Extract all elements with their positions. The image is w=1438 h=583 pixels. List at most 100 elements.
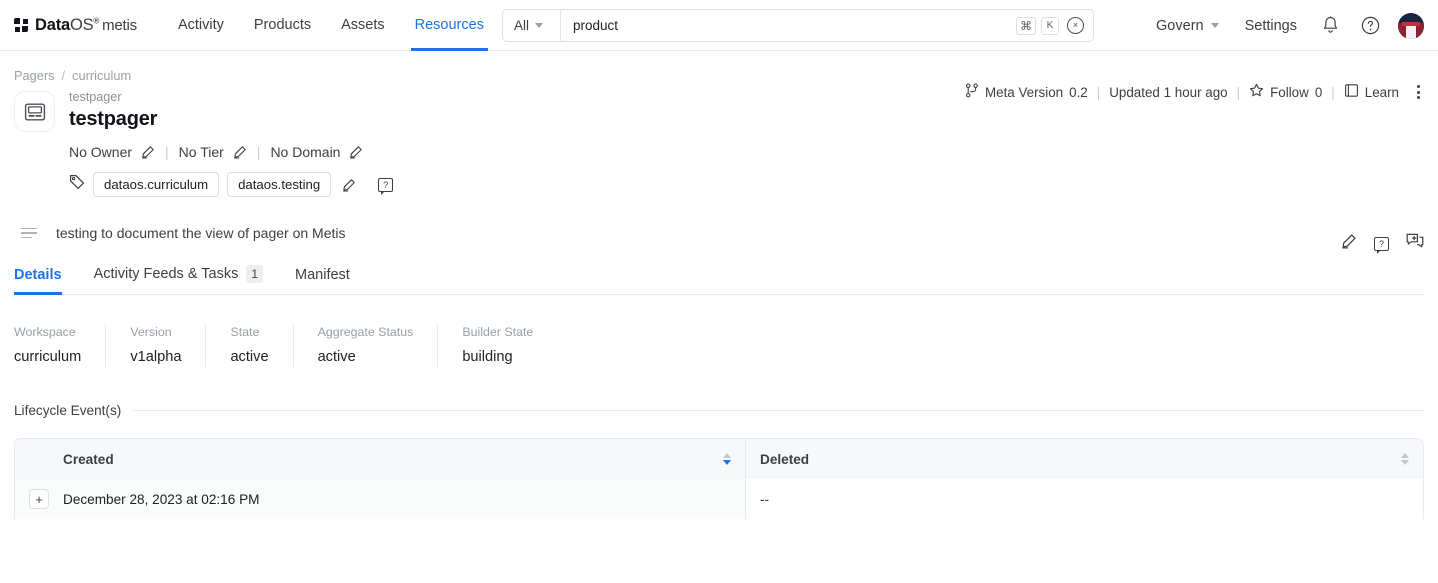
created-value: December 28, 2023 at 02:16 PM bbox=[63, 491, 260, 507]
table-row: + December 28, 2023 at 02:16 PM -- bbox=[15, 479, 1423, 519]
search-scope-label: All bbox=[514, 18, 530, 33]
field-state: State active bbox=[206, 324, 294, 367]
description-text: testing to document the view of pager on… bbox=[56, 225, 346, 241]
breadcrumb-separator: / bbox=[61, 68, 66, 83]
tag-icon bbox=[69, 174, 85, 195]
tag-help-icon[interactable]: ? bbox=[378, 177, 394, 195]
field-value: active bbox=[230, 349, 269, 365]
description-row: testing to document the view of pager on… bbox=[14, 225, 1424, 257]
field-value: v1alpha bbox=[130, 349, 182, 365]
meta-version-label: Meta Version bbox=[984, 84, 1064, 100]
field-label: Version bbox=[130, 325, 172, 339]
description-help-icon[interactable]: ? bbox=[1374, 236, 1389, 254]
nav-item-activity[interactable]: Activity bbox=[163, 0, 239, 51]
entity-meta-bar: Meta Version 0.2 | Updated 1 hour ago | … bbox=[965, 81, 1424, 103]
column-header-created[interactable]: Created bbox=[15, 439, 746, 479]
field-label: State bbox=[230, 325, 260, 339]
edit-description-icon[interactable] bbox=[1341, 233, 1357, 254]
follow-count: 0 bbox=[1314, 84, 1323, 100]
table-header-row: Created Deleted bbox=[15, 439, 1423, 479]
brand-product: metis bbox=[102, 16, 137, 34]
learn-button[interactable]: Learn bbox=[1344, 83, 1399, 101]
tab-activity-feeds-tasks[interactable]: Activity Feeds & Tasks 1 bbox=[78, 259, 279, 294]
tab-label: Manifest bbox=[295, 267, 350, 283]
edit-domain-icon[interactable] bbox=[349, 145, 363, 159]
field-value: building bbox=[462, 349, 513, 365]
pager-icon bbox=[14, 91, 55, 132]
more-options-icon[interactable] bbox=[1413, 81, 1424, 103]
nav-item-settings[interactable]: Settings bbox=[1232, 0, 1310, 51]
brand-data: Data bbox=[35, 15, 70, 34]
field-value: curriculum bbox=[14, 349, 82, 365]
field-label: Workspace bbox=[14, 325, 76, 339]
star-icon bbox=[1249, 83, 1264, 101]
search-scope-dropdown[interactable]: All bbox=[503, 10, 561, 41]
tab-label: Activity Feeds & Tasks bbox=[93, 266, 239, 282]
lifecycle-events-table: Created Deleted + December 28, 2023 at 0… bbox=[14, 438, 1424, 519]
chevron-down-icon bbox=[535, 23, 544, 28]
top-navigation-bar: DataOS® metis Activity Products Assets Re… bbox=[0, 0, 1438, 51]
lifecycle-title: Lifecycle Event(s) bbox=[14, 403, 122, 418]
meta-version[interactable]: Meta Version 0.2 bbox=[965, 83, 1088, 101]
field-workspace: Workspace curriculum bbox=[14, 324, 107, 367]
column-header-deleted[interactable]: Deleted bbox=[746, 439, 1423, 479]
dataos-logo-icon bbox=[14, 17, 29, 33]
notifications-button[interactable] bbox=[1315, 11, 1345, 41]
section-divider bbox=[133, 410, 1424, 411]
version-branch-icon bbox=[965, 83, 979, 101]
page-title: testpager bbox=[69, 108, 158, 130]
cell-deleted: -- bbox=[760, 491, 770, 507]
lifecycle-section-header: Lifecycle Event(s) bbox=[14, 403, 1424, 418]
book-icon bbox=[1344, 83, 1359, 101]
top-right-actions: Govern Settings bbox=[1143, 0, 1424, 51]
tag-chip[interactable]: dataos.testing bbox=[227, 172, 332, 197]
tab-manifest[interactable]: Manifest bbox=[279, 261, 366, 294]
updated-timestamp: Updated 1 hour ago bbox=[1109, 84, 1228, 100]
cell-created: + December 28, 2023 at 02:16 PM bbox=[15, 479, 746, 519]
edit-owner-icon[interactable] bbox=[141, 145, 155, 159]
nav-item-govern[interactable]: Govern bbox=[1143, 0, 1232, 51]
command-key-hint: ⌘ bbox=[1016, 16, 1036, 35]
column-label: Created bbox=[63, 451, 114, 467]
column-label: Deleted bbox=[760, 451, 810, 467]
learn-label: Learn bbox=[1364, 84, 1399, 100]
expand-row-button[interactable]: + bbox=[29, 489, 49, 509]
nav-item-assets[interactable]: Assets bbox=[326, 0, 400, 51]
user-avatar[interactable] bbox=[1398, 12, 1424, 39]
nav-item-products[interactable]: Products bbox=[239, 0, 326, 51]
help-button[interactable] bbox=[1355, 11, 1385, 41]
govern-label: Govern bbox=[1156, 17, 1204, 34]
clear-search-icon[interactable]: × bbox=[1067, 17, 1084, 34]
search-input[interactable] bbox=[561, 10, 1016, 41]
meta-divider: | bbox=[1331, 84, 1335, 100]
tag-chip[interactable]: dataos.curriculum bbox=[93, 172, 220, 197]
chevron-down-icon bbox=[1210, 23, 1219, 28]
breadcrumb-root[interactable]: Pagers bbox=[14, 68, 55, 83]
nav-item-resources[interactable]: Resources bbox=[400, 0, 499, 51]
bell-icon bbox=[1323, 16, 1337, 33]
page-body: Pagers / curriculum testpager testpager … bbox=[0, 51, 1438, 519]
field-aggregate-status: Aggregate Status active bbox=[294, 324, 439, 367]
global-search-bar: All ⌘ K × bbox=[502, 9, 1094, 42]
entity-header-main: testpager testpager No Owner | No Tier |… bbox=[69, 89, 1424, 197]
field-version: Version v1alpha bbox=[106, 324, 207, 367]
entity-attributes-row: No Owner | No Tier | No Domain bbox=[69, 144, 1424, 160]
breadcrumb-current[interactable]: curriculum bbox=[72, 68, 131, 83]
tab-badge-count: 1 bbox=[246, 265, 264, 283]
tab-details[interactable]: Details bbox=[14, 261, 78, 295]
sort-deleted-icon[interactable] bbox=[1401, 453, 1409, 465]
brand-logo[interactable]: DataOS® metis bbox=[14, 16, 137, 35]
primary-nav-items: Activity Products Assets Resources bbox=[163, 0, 499, 51]
edit-tier-icon[interactable] bbox=[233, 145, 247, 159]
brand-title: DataOS® metis bbox=[35, 16, 137, 35]
k-key-hint: K bbox=[1041, 16, 1059, 35]
field-builder-state: Builder State building bbox=[438, 324, 557, 367]
follow-label: Follow bbox=[1270, 84, 1309, 100]
add-comment-icon[interactable] bbox=[1406, 233, 1424, 254]
description-actions: ? bbox=[1341, 233, 1424, 254]
meta-divider: | bbox=[1096, 84, 1101, 100]
sort-created-icon[interactable] bbox=[723, 453, 731, 465]
edit-tags-icon[interactable] bbox=[342, 178, 356, 192]
follow-button[interactable]: Follow 0 bbox=[1249, 83, 1322, 101]
detail-fields: Workspace curriculum Version v1alpha Sta… bbox=[14, 324, 1424, 367]
